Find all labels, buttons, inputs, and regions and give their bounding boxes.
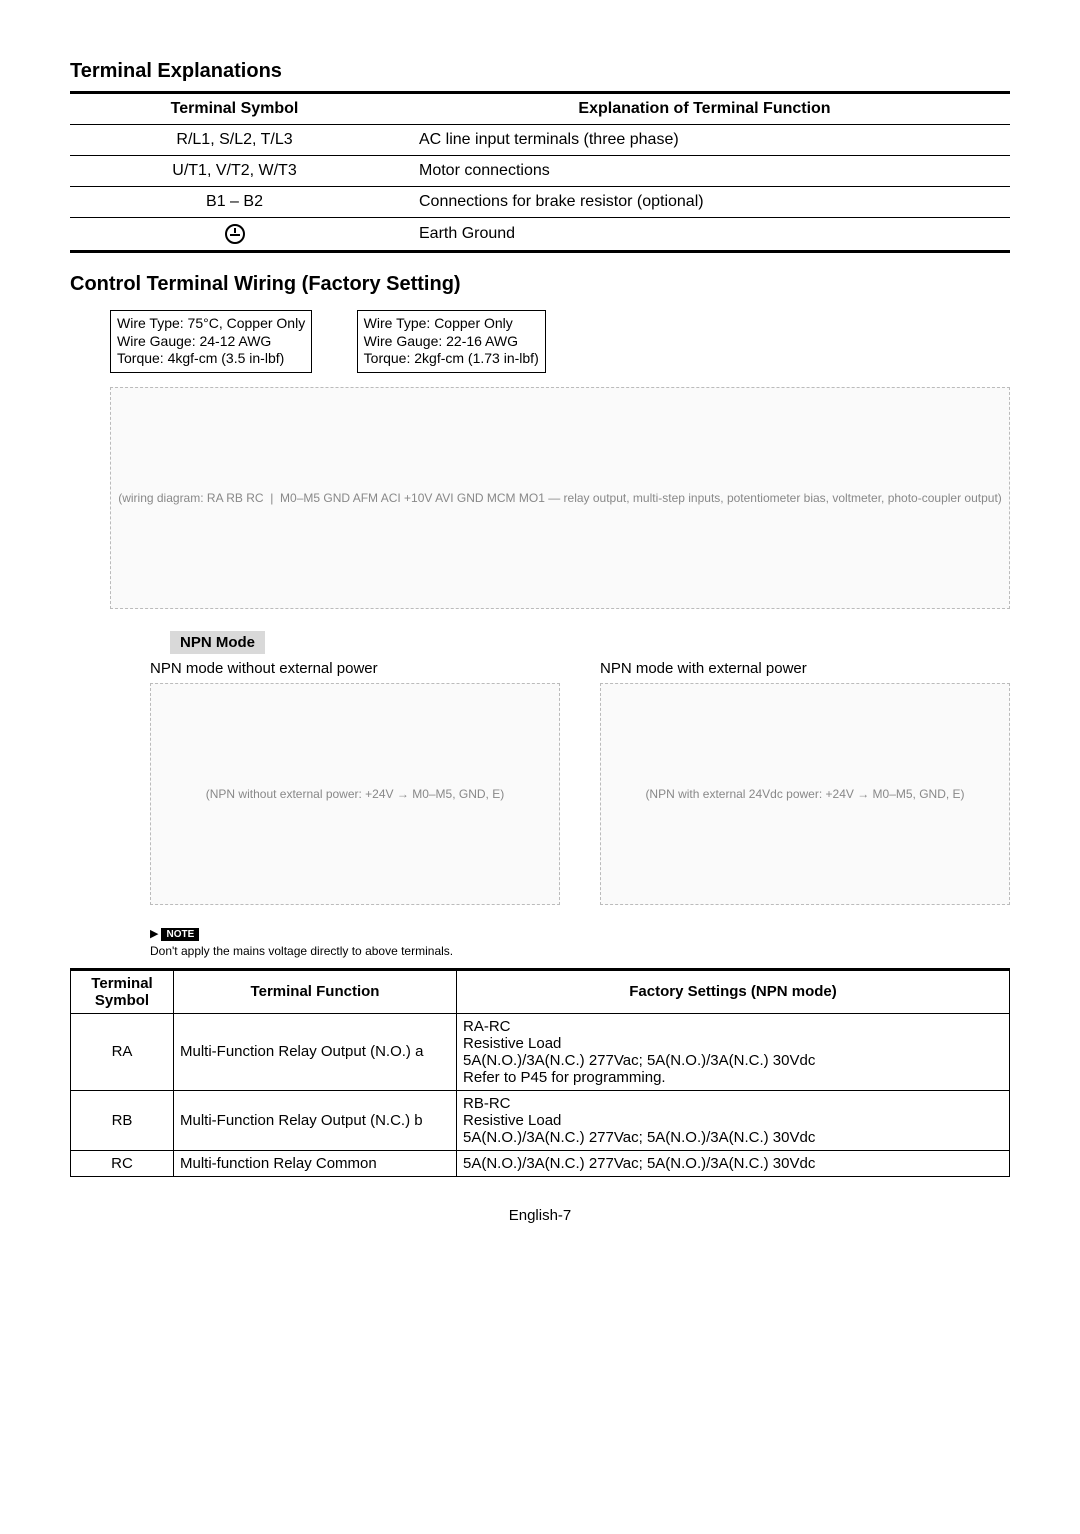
table-row: R/L1, S/L2, T/L3 AC line input terminals… [70, 125, 1010, 156]
cell-settings: RA-RC Resistive Load 5A(N.O.)/3A(N.C.) 2… [457, 1013, 1010, 1090]
note-text: Don't apply the mains voltage directly t… [150, 944, 560, 958]
cell-explanation: AC line input terminals (three phase) [399, 125, 1010, 156]
col-explanation: Explanation of Terminal Function [399, 93, 1010, 125]
table-row: RA Multi-Function Relay Output (N.O.) a … [71, 1013, 1010, 1090]
npn-right-title: NPN mode with external power [600, 660, 1010, 677]
heading-terminal-explanations: Terminal Explanations [70, 60, 1010, 83]
factory-settings-table: Terminal Symbol Terminal Function Factor… [70, 968, 1010, 1177]
wire-spec-box-right: Wire Type: Copper Only Wire Gauge: 22-16… [357, 310, 546, 373]
note-badge: ▶NOTE [150, 927, 199, 941]
table-row: U/T1, V/T2, W/T3 Motor connections [70, 156, 1010, 187]
cell-function: Multi-Function Relay Output (N.O.) a [174, 1013, 457, 1090]
cell-settings: RB-RC Resistive Load 5A(N.O.)/3A(N.C.) 2… [457, 1090, 1010, 1150]
cell-symbol: B1 – B2 [70, 187, 399, 218]
cell-symbol [70, 218, 399, 252]
cell-symbol: U/T1, V/T2, W/T3 [70, 156, 399, 187]
cell-explanation: Earth Ground [399, 218, 1010, 252]
col-term-symbol: Terminal Symbol [71, 969, 174, 1013]
table-row: B1 – B2 Connections for brake resistor (… [70, 187, 1010, 218]
table-row: RC Multi-function Relay Common 5A(N.O.)/… [71, 1150, 1010, 1176]
cell-symbol: R/L1, S/L2, T/L3 [70, 125, 399, 156]
npn-diagram-external: (NPN with external 24Vdc power: +24V → M… [600, 683, 1010, 905]
table-row: Earth Ground [70, 218, 1010, 252]
cell-symbol: RC [71, 1150, 174, 1176]
npn-diagrams: NPN mode without external power (NPN wit… [150, 660, 1010, 968]
earth-ground-icon [225, 224, 245, 244]
wire-spec-box-left: Wire Type: 75°C, Copper Only Wire Gauge:… [110, 310, 312, 373]
col-factory-settings: Factory Settings (NPN mode) [457, 969, 1010, 1013]
npn-diagram-no-external: (NPN without external power: +24V → M0–M… [150, 683, 560, 905]
col-term-function: Terminal Function [174, 969, 457, 1013]
npn-mode-label: NPN Mode [170, 631, 265, 654]
page-footer: English-7 [70, 1207, 1010, 1224]
note-label: NOTE [161, 928, 199, 941]
table-row: RB Multi-Function Relay Output (N.C.) b … [71, 1090, 1010, 1150]
cell-explanation: Connections for brake resistor (optional… [399, 187, 1010, 218]
cell-explanation: Motor connections [399, 156, 1010, 187]
terminal-explanations-table: Terminal Symbol Explanation of Terminal … [70, 91, 1010, 253]
cell-symbol: RA [71, 1013, 174, 1090]
col-terminal-symbol: Terminal Symbol [70, 93, 399, 125]
note-arrow-icon: ▶ [150, 928, 158, 940]
control-wiring-diagram-area: Wire Type: 75°C, Copper Only Wire Gauge:… [110, 306, 1010, 609]
cell-symbol: RB [71, 1090, 174, 1150]
heading-control-terminal-wiring: Control Terminal Wiring (Factory Setting… [70, 273, 1010, 296]
npn-left-title: NPN mode without external power [150, 660, 560, 677]
cell-function: Multi-Function Relay Output (N.C.) b [174, 1090, 457, 1150]
cell-settings: 5A(N.O.)/3A(N.C.) 277Vac; 5A(N.O.)/3A(N.… [457, 1150, 1010, 1176]
cell-function: Multi-function Relay Common [174, 1150, 457, 1176]
main-wiring-diagram: (wiring diagram: RA RB RC | M0–M5 GND AF… [110, 387, 1010, 609]
